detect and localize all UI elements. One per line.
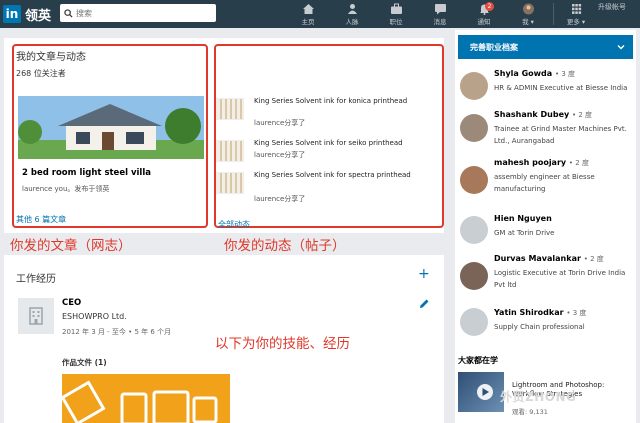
person-name: Shashank Dubey • 2 度 [494, 110, 593, 119]
post-shared-by: laurence分享了 [254, 151, 306, 159]
message-icon [434, 4, 446, 15]
company-logo[interactable] [18, 298, 54, 334]
edit-pencil-icon[interactable] [418, 298, 430, 310]
post-thumbnail [216, 140, 244, 162]
person-avatar [460, 262, 488, 290]
person-avatar [460, 114, 488, 142]
briefcase-icon [390, 3, 402, 14]
nav-notifications-label: 通知 [477, 18, 491, 26]
works-label: 作品文件 (1) [62, 358, 107, 367]
nav-home[interactable]: 主页 [290, 2, 326, 28]
complete-profile-label: 完善职业档案 [470, 43, 518, 52]
nav-divider [553, 3, 554, 25]
search-icon [64, 8, 73, 18]
person-name: Hien Nguyen [494, 214, 552, 223]
search-input[interactable] [76, 8, 206, 18]
articles-title: 我的文章与动态 [16, 52, 86, 63]
nav-me[interactable]: 我 ▾ [510, 2, 546, 28]
add-experience-icon[interactable]: + [418, 266, 430, 282]
person-avatar [460, 72, 488, 100]
villa-illustration [18, 96, 204, 159]
job-dates: 2012 年 3 月 - 至今 • 5 年 6 个月 [62, 328, 172, 336]
person-name: Yatin Shirodkar • 3 度 [494, 308, 587, 317]
annotation-activity: 你发的动态（帖子） [224, 238, 346, 254]
nav-notifications[interactable]: 2 通知 [466, 2, 502, 28]
post-shared-by: laurence分享了 [254, 119, 306, 127]
person-name: mahesh poojary • 2 度 [494, 158, 589, 167]
course-thumbnail[interactable] [458, 372, 504, 412]
avatar-icon [522, 3, 534, 15]
top-nav: in 领英 主页 人脉 职位 消息 2 通知 我 ▾ 更多 ▾ 升级帐号 [0, 0, 640, 28]
watermark: 外贸ZHONG [500, 390, 577, 404]
people-icon [347, 4, 357, 14]
post-title: King Series Solvent ink for seiko printh… [254, 139, 403, 147]
search-box[interactable] [60, 4, 216, 22]
all-activity-link[interactable]: 全部动态 [218, 219, 250, 230]
nav-network[interactable]: 人脉 [334, 2, 370, 28]
person-name: Shyla Gowda • 3 度 [494, 69, 576, 78]
chevron-down-icon [617, 45, 625, 50]
person-avatar [460, 166, 488, 194]
activity-post[interactable]: King Series Solvent ink for konica print… [216, 94, 436, 127]
article-author: laurence you。发布于领英 [22, 185, 110, 193]
person-headline: Supply Chain professional [494, 323, 585, 331]
person-headline: HR & ADMIN Executive at Biesse India [494, 84, 628, 92]
notification-badge: 2 [485, 2, 494, 11]
person-avatar-placeholder [460, 216, 488, 244]
complete-profile-button[interactable]: 完善职业档案 [458, 35, 633, 59]
person-headline: Trainee at Grind Master Machines Pvt. Lt… [494, 125, 627, 145]
person-headline: GM at Torin Drive [494, 229, 555, 237]
person-avatar-placeholder [460, 308, 488, 336]
activity-post[interactable]: King Series Solvent ink for spectra prin… [216, 168, 436, 203]
post-thumbnail [216, 172, 244, 194]
follower-count[interactable]: 268 位关注者 [16, 68, 66, 79]
annotation-skills: 以下为你的技能、经历 [215, 336, 350, 352]
course-views: 观看: 9,131 [512, 408, 548, 416]
post-shared-by: laurence分享了 [254, 195, 306, 203]
experience-title: 工作经历 [16, 274, 56, 285]
article-cover-image[interactable] [18, 96, 204, 159]
annotation-articles: 你发的文章（网志） [10, 238, 132, 254]
logo-text: 领英 [25, 8, 52, 24]
work-file-thumbnail[interactable] [62, 374, 230, 423]
nav-jobs[interactable]: 职位 [378, 2, 414, 28]
grid-icon [571, 4, 581, 14]
post-title: King Series Solvent ink for konica print… [254, 97, 408, 105]
more-articles-link[interactable]: 其他 6 篇文章 [16, 214, 66, 225]
nav-messages[interactable]: 消息 [422, 2, 458, 28]
devices-illustration [62, 380, 218, 423]
learning-title: 大家都在学 [458, 356, 498, 365]
nav-jobs-label: 职位 [389, 18, 403, 26]
article-title[interactable]: 2 bed room light steel villa [22, 168, 151, 178]
nav-messages-label: 消息 [433, 18, 447, 26]
nav-network-label: 人脉 [345, 18, 359, 26]
activity-post[interactable]: King Series Solvent ink for seiko printh… [216, 136, 436, 164]
person-headline: Logistic Executive at Torin Drive India … [494, 269, 626, 289]
person-headline: assembly engineer at Biesse manufacturin… [494, 173, 595, 193]
nav-more-label: 更多 ▾ [566, 18, 586, 26]
post-thumbnail [216, 98, 244, 120]
upgrade-link[interactable]: 升级帐号 [598, 2, 626, 12]
nav-more[interactable]: 更多 ▾ [558, 2, 594, 28]
home-icon [302, 4, 314, 14]
building-icon [29, 307, 43, 325]
job-title: CEO [62, 298, 82, 308]
company-name[interactable]: ESHOWPRO Ltd. [62, 312, 127, 321]
person-name: Durvas Mavalankar • 2 度 [494, 254, 604, 263]
play-icon [477, 384, 493, 400]
linkedin-logo[interactable]: in 领英 [3, 4, 51, 24]
post-title: King Series Solvent ink for spectra prin… [254, 171, 411, 179]
logo-mark: in [3, 5, 21, 23]
nav-me-label: 我 ▾ [522, 18, 534, 26]
nav-home-label: 主页 [301, 18, 315, 26]
